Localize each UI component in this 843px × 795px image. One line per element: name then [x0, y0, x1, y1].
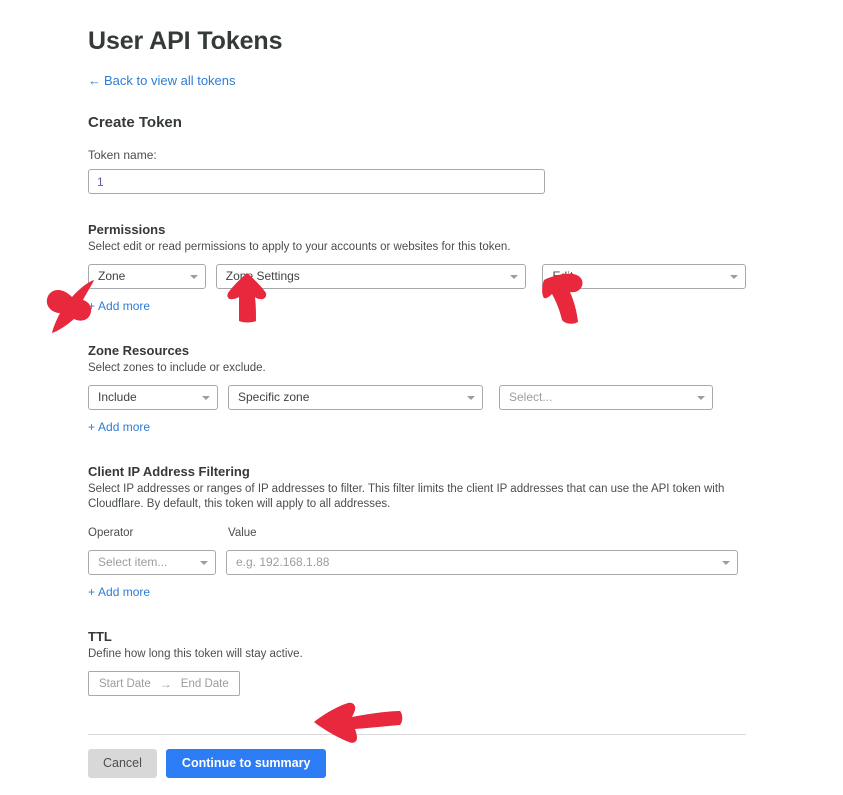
zone-resource-mode-select[interactable]: Include [88, 385, 218, 410]
client-ip-operator-placeholder: Select item... [98, 555, 168, 569]
zone-resource-type-value: Specific zone [238, 390, 310, 404]
back-to-all-tokens-link[interactable]: ← Back to view all tokens [88, 73, 746, 89]
client-ip-filtering-section: Client IP Address Filtering Select IP ad… [88, 463, 746, 601]
plus-icon: + [88, 420, 96, 434]
zone-resource-value-select[interactable]: Select... [499, 385, 713, 410]
zone-resource-mode-value: Include [98, 390, 137, 404]
chevron-down-icon [697, 395, 705, 400]
client-ip-add-more-label: Add more [98, 585, 151, 599]
chevron-down-icon [510, 274, 519, 279]
client-ip-add-more-link[interactable]: + Add more [88, 584, 150, 600]
page-root: User API Tokens ← Back to view all tokens… [0, 0, 843, 795]
ttl-heading: TTL [88, 629, 112, 644]
chevron-down-icon [189, 274, 198, 279]
permission-level-select[interactable]: Edit [542, 264, 746, 289]
permissions-add-more-link[interactable]: + Add more [88, 298, 150, 314]
chevron-down-icon [202, 395, 210, 400]
permissions-section: Permissions Select edit or read permissi… [88, 221, 746, 315]
continue-to-summary-button[interactable]: Continue to summary [165, 749, 327, 778]
permissions-heading: Permissions [88, 222, 166, 237]
zone-resources-section: Zone Resources Select zones to include o… [88, 342, 746, 436]
zone-resources-description: Select zones to include or exclude. [88, 362, 266, 374]
zone-resource-value-placeholder: Select... [509, 390, 553, 404]
client-ip-row: Select item... e.g. 192.168.1.88 [88, 550, 746, 575]
zone-resources-add-more-link[interactable]: + Add more [88, 419, 150, 435]
permission-group-value: Zone Settings [225, 269, 300, 283]
token-name-label: Token name: [88, 148, 157, 162]
back-link-label: Back to view all tokens [104, 73, 236, 88]
permission-level-value: Edit [552, 269, 574, 283]
zone-resources-row: Include Specific zone Select... [88, 385, 746, 410]
plus-icon: + [88, 585, 96, 599]
zone-resources-add-more-label: Add more [98, 420, 151, 434]
ttl-date-range-picker[interactable]: Start Date → End Date [88, 671, 240, 696]
permissions-row: Zone Zone Settings Edit [88, 264, 746, 289]
ttl-section: TTL Define how long this token will stay… [88, 628, 746, 696]
zone-resources-heading: Zone Resources [88, 343, 190, 358]
client-ip-value-select[interactable]: e.g. 192.168.1.88 [226, 550, 738, 575]
right-arrow-icon: → [159, 676, 172, 691]
token-name-input[interactable] [88, 169, 545, 194]
permissions-description: Select edit or read permissions to apply… [88, 241, 511, 253]
left-arrow-icon: ← [88, 73, 101, 88]
client-ip-heading: Client IP Address Filtering [88, 464, 250, 479]
cancel-button[interactable]: Cancel [88, 749, 157, 778]
chevron-down-icon [467, 395, 475, 400]
token-form: User API Tokens ← Back to view all tokens… [88, 0, 746, 778]
chevron-down-icon [729, 274, 738, 279]
chevron-down-icon [200, 560, 208, 565]
permission-scope-value: Zone [98, 269, 126, 283]
client-ip-sublabels: Operator Value [88, 526, 746, 541]
client-ip-value-placeholder: e.g. 192.168.1.88 [236, 555, 330, 569]
page-title: User API Tokens [88, 27, 283, 55]
permission-group-select[interactable]: Zone Settings [215, 264, 527, 289]
chevron-down-icon [722, 560, 730, 565]
footer-actions: Cancel Continue to summary [88, 749, 746, 778]
ttl-start-date[interactable]: Start Date [99, 678, 151, 690]
footer-divider [88, 734, 746, 735]
client-ip-value-label: Value [228, 527, 257, 539]
create-token-heading: Create Token [88, 114, 182, 131]
client-ip-description: Select IP addresses or ranges of IP addr… [88, 483, 725, 510]
ttl-end-date[interactable]: End Date [181, 678, 229, 690]
client-ip-operator-label: Operator [88, 527, 134, 539]
zone-resource-type-select[interactable]: Specific zone [228, 385, 483, 410]
plus-icon: + [88, 299, 96, 313]
permission-scope-select[interactable]: Zone [88, 264, 206, 289]
client-ip-operator-select[interactable]: Select item... [88, 550, 216, 575]
permissions-add-more-label: Add more [98, 299, 151, 313]
ttl-description: Define how long this token will stay act… [88, 648, 303, 660]
